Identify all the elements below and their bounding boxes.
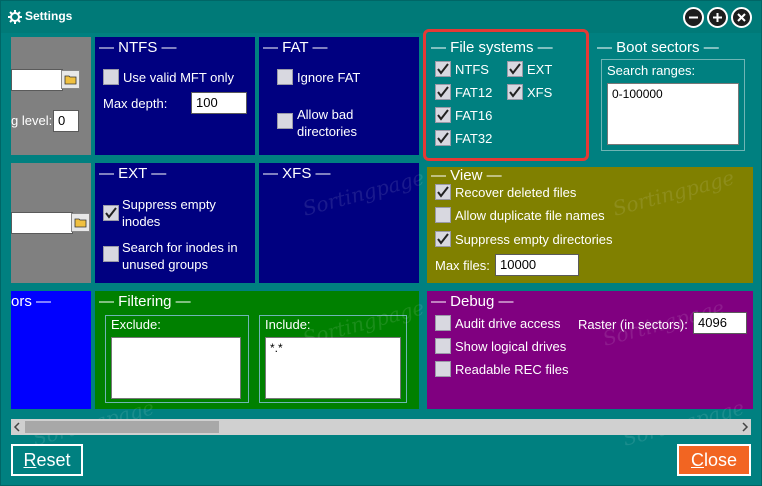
include-input[interactable]: *.* [265, 337, 401, 399]
boot-sectors-panel: — Boot sectors — Search ranges: 0-100000 [593, 37, 753, 155]
close-icon [737, 13, 746, 22]
show-logical-checkbox[interactable]: Show logical drives [435, 338, 566, 354]
fat-title: — FAT — [263, 39, 328, 56]
suppress-inodes-checkbox[interactable] [103, 205, 119, 221]
allow-bad-label-2: directories [297, 124, 357, 139]
xfs-title: — XFS — [263, 165, 331, 182]
xfs-panel: — XFS — [259, 163, 419, 283]
checkbox-box [435, 361, 451, 377]
gear-icon [8, 10, 22, 24]
suppress-dirs-checkbox[interactable]: Suppress empty directories [435, 231, 613, 247]
use-mft-checkbox[interactable]: Use valid MFT only [103, 69, 234, 85]
settings-window: Settings g level: 0 — NTFS — Use valid M… [0, 0, 762, 486]
left-top-path-input[interactable] [11, 69, 63, 91]
fat-panel: — FAT — Ignore FAT Allow bad directories [259, 37, 419, 155]
scrollbar-thumb[interactable] [25, 421, 219, 433]
checkbox-box [277, 69, 293, 85]
reset-mnemonic: R [23, 450, 37, 470]
max-files-input[interactable]: 10000 [495, 254, 579, 276]
suppress-dirs-label: Suppress empty directories [455, 231, 613, 247]
allow-bad-checkbox[interactable] [277, 113, 293, 129]
reset-label: eset [36, 450, 71, 470]
raster-input[interactable]: 4096 [693, 312, 747, 334]
check-icon [437, 186, 449, 198]
left-bottom-title: ors — [11, 293, 52, 310]
view-panel: — View — Recover deleted files Allow dup… [427, 167, 753, 283]
window-title: Settings [25, 9, 73, 23]
left-bottom-panel: ors — [11, 291, 91, 409]
checkbox-box [435, 338, 451, 354]
folder-icon [64, 75, 77, 85]
boot-sectors-title: — Boot sectors — [597, 39, 719, 56]
allow-duplicate-checkbox[interactable]: Allow duplicate file names [435, 207, 605, 223]
level-input[interactable]: 0 [53, 110, 79, 132]
left-middle-panel [11, 163, 91, 283]
readable-rec-label: Readable REC files [455, 361, 569, 377]
filtering-title: — Filtering — [99, 293, 191, 310]
ignore-fat-checkbox[interactable]: Ignore FAT [277, 69, 360, 85]
recover-deleted-checkbox[interactable]: Recover deleted files [435, 184, 576, 200]
check-icon [105, 207, 117, 219]
readable-rec-checkbox[interactable]: Readable REC files [435, 361, 568, 377]
search-inodes-checkbox[interactable] [103, 246, 119, 262]
file-systems-highlight [423, 29, 589, 161]
max-depth-label: Max depth: [103, 96, 168, 111]
horizontal-scrollbar[interactable] [11, 419, 751, 435]
max-depth-input[interactable]: 100 [191, 92, 247, 114]
suppress-inodes-label-2: inodes [122, 214, 161, 229]
folder-icon [74, 218, 87, 228]
minimize-button[interactable] [683, 7, 704, 28]
checkbox-box [435, 231, 451, 247]
scroll-right-icon[interactable] [739, 419, 751, 435]
minus-icon [689, 16, 698, 19]
view-title: — View — [431, 167, 502, 184]
checkbox-box [435, 207, 451, 223]
scroll-left-icon[interactable] [11, 419, 23, 435]
close-label: lose [703, 450, 738, 470]
left-top-panel: g level: 0 [11, 37, 91, 155]
show-logical-label: Show logical drives [455, 338, 567, 354]
max-files-label: Max files: [435, 258, 490, 273]
close-mnemonic: C [690, 450, 704, 470]
ext-title: — EXT — [99, 165, 167, 182]
debug-title: — Debug — [431, 293, 514, 310]
close-window-button[interactable] [731, 7, 752, 28]
search-ranges-input[interactable]: 0-100000 [607, 83, 739, 145]
checkbox-box [103, 69, 119, 85]
checkbox-box [435, 184, 451, 200]
exclude-label: Exclude: [111, 317, 161, 332]
audit-drive-label: Audit drive access [455, 315, 561, 331]
ignore-fat-label: Ignore FAT [297, 69, 361, 85]
plus-icon [713, 13, 722, 22]
debug-panel: — Debug — Audit drive access Raster (in … [427, 291, 753, 409]
ntfs-title: — NTFS — [99, 39, 177, 56]
exclude-input[interactable] [111, 337, 241, 399]
close-button[interactable]: Close [677, 444, 751, 476]
audit-drive-checkbox[interactable]: Audit drive access [435, 315, 561, 331]
checkbox-box [435, 315, 451, 331]
left-middle-browse-button[interactable] [71, 213, 90, 232]
left-top-browse-button[interactable] [61, 70, 80, 89]
raster-label: Raster (in sectors): [578, 317, 688, 332]
filtering-panel: — Filtering — Exclude: Include: *.* [95, 291, 419, 409]
suppress-inodes-label-1: Suppress empty [122, 197, 216, 212]
include-label: Include: [265, 317, 311, 332]
reset-button[interactable]: Reset [11, 444, 83, 476]
use-mft-label: Use valid MFT only [123, 69, 235, 85]
allow-bad-label-1: Allow bad [297, 107, 354, 122]
search-inodes-label-1: Search for inodes in [122, 240, 238, 255]
title-bar: Settings [1, 1, 761, 33]
search-ranges-label: Search ranges: [607, 63, 696, 78]
check-icon [437, 233, 449, 245]
level-label: g level: [11, 113, 53, 128]
ntfs-panel: — NTFS — Use valid MFT only Max depth: 1… [95, 37, 255, 155]
allow-duplicate-label: Allow duplicate file names [455, 207, 605, 223]
search-inodes-label-2: unused groups [122, 257, 209, 272]
maximize-button[interactable] [707, 7, 728, 28]
ext-panel: — EXT — Suppress empty inodes Search for… [95, 163, 255, 283]
left-middle-path-input[interactable] [11, 212, 73, 234]
recover-deleted-label: Recover deleted files [455, 184, 577, 200]
